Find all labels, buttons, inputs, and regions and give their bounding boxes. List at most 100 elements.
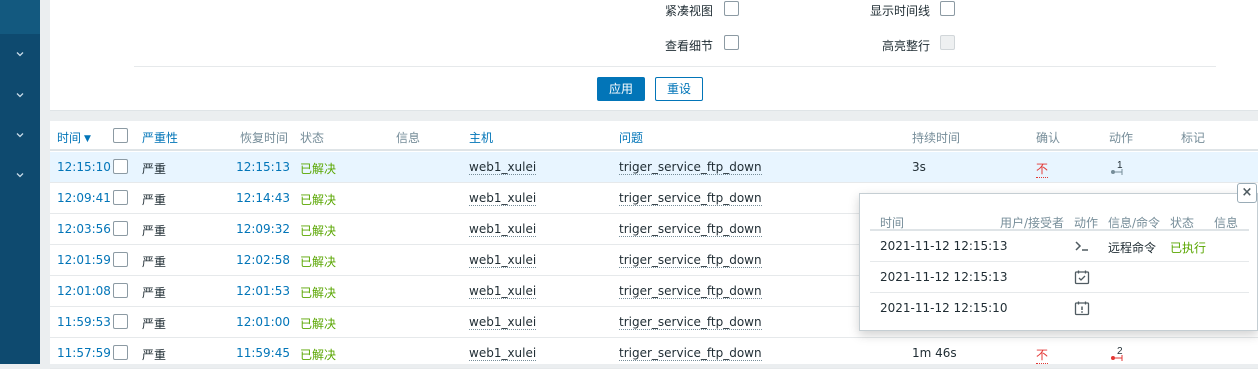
- problem-link[interactable]: triger_service_ftp_down: [619, 284, 762, 299]
- status-badge: 已解决: [300, 162, 337, 176]
- host-link[interactable]: web1_xulei: [469, 160, 537, 175]
- header-severity[interactable]: 严重性: [142, 129, 178, 146]
- chevron-down-icon[interactable]: [14, 48, 26, 60]
- event-time-link[interactable]: 12:03:56: [57, 222, 111, 236]
- event-time-link[interactable]: 11:57:59: [57, 346, 111, 360]
- severity-cell: 严重: [142, 286, 167, 300]
- row-checkbox[interactable]: [113, 159, 128, 174]
- recovery-time-link[interactable]: 12:14:43: [236, 191, 290, 205]
- popup-time: 2021-11-12 12:15:10: [880, 301, 1008, 315]
- header-host[interactable]: 主机: [469, 129, 493, 146]
- compact-view-label: 紧凑视图: [664, 4, 713, 18]
- status-badge: 已解决: [300, 317, 337, 331]
- host-link[interactable]: web1_xulei: [469, 222, 537, 237]
- problem-link[interactable]: triger_service_ftp_down: [619, 191, 762, 206]
- row-checkbox[interactable]: [113, 345, 128, 360]
- duration-cell: 3s: [912, 160, 926, 174]
- header-tags: 标记: [1181, 131, 1206, 145]
- compact-view-checkbox[interactable]: [724, 1, 739, 16]
- event-time-link[interactable]: 11:59:53: [57, 315, 111, 329]
- problem-link[interactable]: triger_service_ftp_down: [619, 253, 762, 268]
- calendar-alert-icon: [1074, 300, 1090, 316]
- header-time[interactable]: 时间 ▼: [57, 129, 91, 146]
- host-link[interactable]: web1_xulei: [469, 284, 537, 299]
- row-checkbox[interactable]: [113, 283, 128, 298]
- divider: [134, 66, 1216, 67]
- event-time-link[interactable]: 12:09:41: [57, 191, 111, 205]
- popup-status: 已执行: [1170, 241, 1207, 255]
- recovery-time-link[interactable]: 12:15:13: [236, 160, 290, 174]
- chevron-down-icon[interactable]: [14, 169, 26, 181]
- filter-panel: 紧凑视图 显示时间线 查看细节 高亮整行: [50, 0, 1258, 111]
- problem-link[interactable]: triger_service_ftp_down: [619, 222, 762, 237]
- status-badge: 已解决: [300, 348, 337, 362]
- sidebar: [0, 0, 40, 364]
- row-checkbox[interactable]: [113, 252, 128, 267]
- host-link[interactable]: web1_xulei: [469, 315, 537, 330]
- select-all-checkbox[interactable]: [113, 128, 128, 143]
- chevron-down-icon[interactable]: [14, 129, 26, 141]
- header-info: 信息: [396, 131, 421, 145]
- actions-icon[interactable]: 2: [1110, 345, 1140, 366]
- severity-cell: 严重: [142, 255, 167, 269]
- severity-cell: 严重: [142, 193, 167, 207]
- recovery-time-link[interactable]: 11:59:45: [236, 346, 290, 360]
- header-ack: 确认: [1036, 131, 1061, 145]
- table-row[interactable]: 11:57:59 严重 11:59:45 已解决 web1_xulei trig…: [50, 338, 1258, 369]
- actions-count: 1: [1117, 160, 1123, 171]
- show-timeline-label: 显示时间线: [869, 4, 930, 18]
- row-checkbox[interactable]: [113, 221, 128, 236]
- header-recovery-time: 恢复时间: [240, 131, 289, 145]
- event-time-link[interactable]: 12:15:10: [57, 160, 111, 174]
- sidebar-active-item[interactable]: [0, 0, 40, 34]
- row-checkbox[interactable]: [113, 190, 128, 205]
- problem-link[interactable]: triger_service_ftp_down: [619, 346, 762, 361]
- host-link[interactable]: web1_xulei: [469, 346, 537, 361]
- header-problem[interactable]: 问题: [619, 129, 643, 146]
- severity-cell: 严重: [142, 162, 167, 176]
- header-duration: 持续时间: [912, 131, 961, 145]
- show-timeline-checkbox[interactable]: [940, 1, 955, 16]
- table-header: 时间 ▼ 严重性 恢复时间 状态 信息 主机 问题 持续时间 确认 动作 标记: [50, 121, 1258, 151]
- recovery-time-link[interactable]: 12:09:32: [236, 222, 290, 236]
- calendar-check-icon: [1074, 269, 1090, 285]
- show-details-checkbox[interactable]: [724, 35, 739, 50]
- popup-row: 2021-11-12 12:15:10: [870, 293, 1249, 324]
- problem-link[interactable]: triger_service_ftp_down: [619, 315, 762, 330]
- popup-time: 2021-11-12 12:15:13: [880, 239, 1008, 253]
- popup-message: 远程命令: [1108, 241, 1157, 255]
- row-checkbox[interactable]: [113, 314, 128, 329]
- ack-link[interactable]: 不: [1036, 346, 1049, 364]
- recovery-time-link[interactable]: 12:02:58: [236, 253, 290, 267]
- actions-popup: 时间 用户/接受者 动作 信息/命令 状态 信息 2021-11-12 12:1…: [859, 193, 1258, 331]
- header-status: 状态: [300, 131, 325, 145]
- recovery-time-link[interactable]: 12:01:53: [236, 284, 290, 298]
- actions-icon[interactable]: 1: [1110, 159, 1140, 180]
- terminal-icon: [1074, 238, 1090, 254]
- table-row[interactable]: 12:15:10 严重 12:15:13 已解决 web1_xulei trig…: [50, 152, 1258, 183]
- reset-button[interactable]: 重设: [655, 77, 703, 101]
- severity-cell: 严重: [142, 348, 167, 362]
- host-link[interactable]: web1_xulei: [469, 191, 537, 206]
- close-icon[interactable]: ×: [1237, 183, 1257, 203]
- problem-link[interactable]: triger_service_ftp_down: [619, 160, 762, 175]
- highlight-row-label: 高亮整行: [881, 39, 930, 53]
- severity-cell: 严重: [142, 317, 167, 331]
- event-time-link[interactable]: 12:01:59: [57, 253, 111, 267]
- show-details-label: 查看细节: [664, 39, 713, 53]
- sort-desc-icon: ▼: [84, 134, 91, 144]
- popup-row: 2021-11-12 12:15:13: [870, 262, 1249, 293]
- host-link[interactable]: web1_xulei: [469, 253, 537, 268]
- status-badge: 已解决: [300, 255, 337, 269]
- event-time-link[interactable]: 12:01:08: [57, 284, 111, 298]
- header-actions: 动作: [1109, 131, 1134, 145]
- chevron-down-icon[interactable]: [14, 89, 26, 101]
- severity-cell: 严重: [142, 224, 167, 238]
- status-badge: 已解决: [300, 193, 337, 207]
- duration-cell: 1m 46s: [912, 346, 957, 360]
- highlight-row-checkbox: [940, 35, 955, 50]
- recovery-time-link[interactable]: 12:01:00: [236, 315, 290, 329]
- ack-link[interactable]: 不: [1036, 160, 1049, 178]
- popup-row: 2021-11-12 12:15:13 远程命令 已执行: [870, 231, 1249, 262]
- apply-button[interactable]: 应用: [597, 77, 645, 101]
